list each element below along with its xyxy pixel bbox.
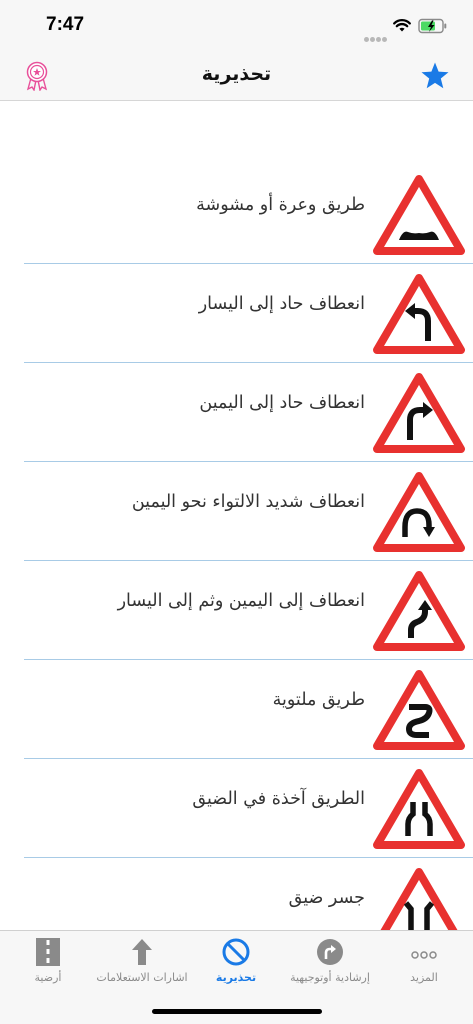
tab-more[interactable]: المزيد xyxy=(377,937,471,997)
list-item[interactable]: انعطاف حاد إلى اليسار xyxy=(24,264,473,363)
sign-label: انعطاف إلى اليمين وثم إلى اليسار xyxy=(117,591,365,611)
list-item[interactable]: جسر ضيق xyxy=(24,858,473,930)
battery-icon xyxy=(418,18,447,34)
list-item[interactable]: انعطاف حاد إلى اليمين xyxy=(24,363,473,462)
status-time: 7:47 xyxy=(46,14,85,35)
guidance-icon xyxy=(317,939,343,965)
list-item[interactable]: الطريق آخذة في الضيق xyxy=(24,759,473,858)
sign-label: انعطاف حاد إلى اليسار xyxy=(198,294,365,314)
tab-label: إرشادية أوتوجيهية xyxy=(290,971,370,984)
uneven-road-sign-icon xyxy=(373,175,465,255)
tab-label: تحذيرية xyxy=(215,971,257,984)
favorites-star-icon[interactable] xyxy=(420,61,450,91)
sign-label: انعطاف حاد إلى اليمين xyxy=(199,393,365,413)
tab-guidance[interactable]: إرشادية أوتوجيهية xyxy=(283,937,377,997)
hairpin-right-sign-icon xyxy=(373,472,465,552)
sign-label: جسر ضيق xyxy=(288,888,365,908)
signal-icon xyxy=(364,27,388,42)
info-signs-icon xyxy=(132,939,152,965)
status-bar: 7:47 xyxy=(0,0,473,50)
tab-road-markings[interactable]: أرضية xyxy=(1,937,95,997)
signs-list: طريق وعرة أو مشوشة انعطاف حاد إلى اليسار… xyxy=(0,101,473,930)
narrow-bridge-sign-icon xyxy=(380,868,458,930)
tab-label: أرضية xyxy=(34,971,62,984)
list-item[interactable]: انعطاف شديد الالتواء نحو اليمين xyxy=(24,462,473,561)
tab-warning[interactable]: تحذيرية xyxy=(189,937,283,997)
sign-label: طريق وعرة أو مشوشة xyxy=(196,195,365,215)
sharp-left-turn-sign-icon xyxy=(373,274,465,354)
sign-label: انعطاف شديد الالتواء نحو اليمين xyxy=(131,492,365,512)
more-icon xyxy=(411,951,437,959)
warning-icon xyxy=(222,938,250,966)
tab-label: المزيد xyxy=(410,971,438,984)
tab-info-signs[interactable]: اشارات الاستعلامات xyxy=(95,937,189,997)
double-bend-sign-icon xyxy=(373,571,465,651)
winding-road-sign-icon xyxy=(373,670,465,750)
sign-label: الطريق آخذة في الضيق xyxy=(192,789,365,809)
road-markings-icon xyxy=(36,938,60,966)
list-item[interactable]: طريق ملتوية xyxy=(24,660,473,759)
list-item[interactable]: انعطاف إلى اليمين وثم إلى اليسار xyxy=(24,561,473,660)
home-indicator xyxy=(152,1009,322,1014)
road-narrows-sign-icon xyxy=(373,769,465,849)
nav-bar: تحذيرية xyxy=(0,50,473,101)
sign-label: طريق ملتوية xyxy=(272,690,365,710)
list-item[interactable]: طريق وعرة أو مشوشة xyxy=(24,165,473,264)
wifi-icon xyxy=(393,19,411,32)
sharp-right-turn-sign-icon xyxy=(373,373,465,453)
tab-label: اشارات الاستعلامات xyxy=(96,971,188,984)
page-title: تحذيرية xyxy=(201,63,272,85)
